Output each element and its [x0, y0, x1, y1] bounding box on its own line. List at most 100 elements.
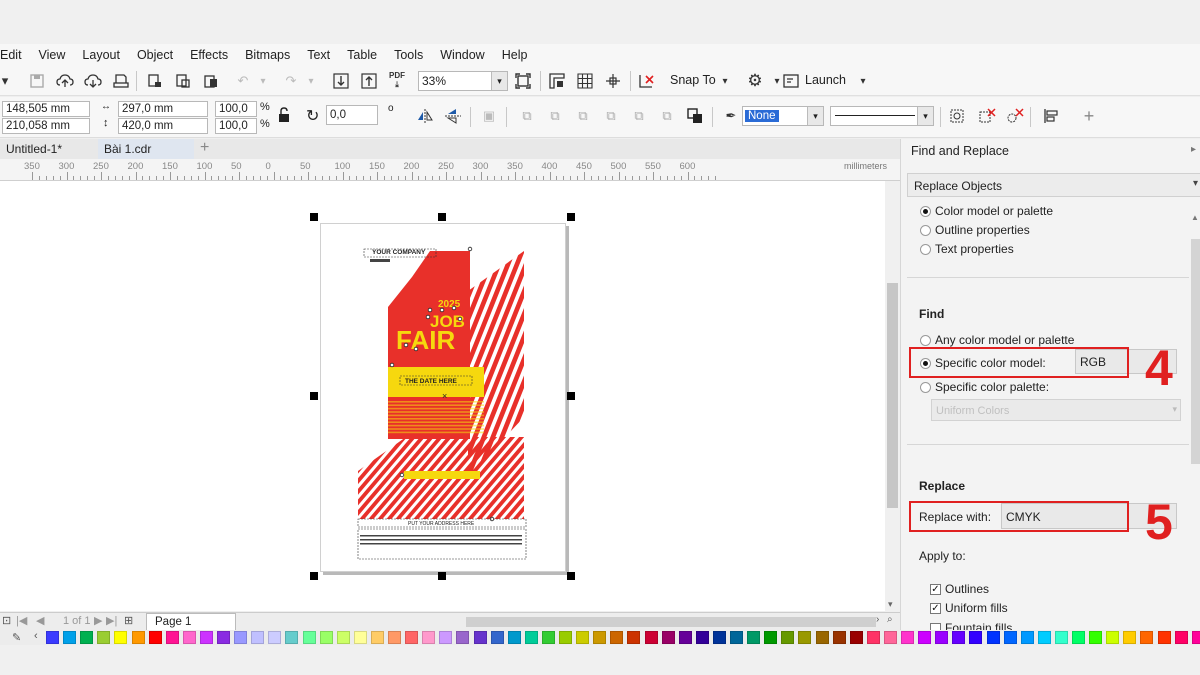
color-swatch[interactable]: [182, 631, 196, 644]
color-swatch[interactable]: [661, 631, 675, 644]
zoom-navigator-icon[interactable]: ⌕: [887, 614, 893, 625]
mirror-horizontal-icon[interactable]: [414, 105, 436, 127]
color-swatch[interactable]: [251, 631, 265, 644]
menu-table[interactable]: Table: [347, 48, 377, 62]
color-swatch[interactable]: [918, 631, 932, 644]
show-rulers-icon[interactable]: [546, 70, 568, 92]
prev-page-icon[interactable]: ◀: [36, 614, 44, 627]
y-position-field[interactable]: 210,058 mm: [2, 118, 90, 134]
trim-icon[interactable]: ⧉: [544, 105, 566, 127]
color-swatch[interactable]: [866, 631, 880, 644]
color-swatch[interactable]: [353, 631, 367, 644]
job-fair-poster[interactable]: YOUR COMPANY 2025 JOB FAIR THE DATE HERE…: [320, 223, 566, 572]
color-swatch[interactable]: [986, 631, 1000, 644]
color-swatch[interactable]: [319, 631, 333, 644]
color-swatch[interactable]: [336, 631, 350, 644]
color-swatch[interactable]: [1123, 631, 1137, 644]
cloud-download-icon[interactable]: [82, 70, 104, 92]
color-swatch[interactable]: [439, 631, 453, 644]
color-swatch[interactable]: [712, 631, 726, 644]
color-swatch[interactable]: [1089, 631, 1103, 644]
color-swatch[interactable]: [114, 631, 128, 644]
color-swatch[interactable]: [815, 631, 829, 644]
color-swatch[interactable]: [490, 631, 504, 644]
color-swatch[interactable]: [832, 631, 846, 644]
poster-company[interactable]: YOUR COMPANY: [372, 249, 426, 256]
color-swatch[interactable]: [524, 631, 538, 644]
line-style-combo[interactable]: ▾: [830, 106, 934, 126]
color-swatch[interactable]: [678, 631, 692, 644]
color-swatch[interactable]: [217, 631, 230, 644]
pen-outline-icon[interactable]: ✒: [720, 105, 742, 127]
redo-icon[interactable]: ↷: [280, 70, 302, 92]
poster-date[interactable]: THE DATE HERE: [405, 378, 458, 385]
tab-bai-1[interactable]: Bài 1.cdr: [98, 139, 194, 159]
color-swatch[interactable]: [576, 631, 590, 644]
gear-icon[interactable]: ⚙: [744, 70, 766, 92]
width-field[interactable]: 297,0 mm: [118, 101, 208, 117]
last-page-icon[interactable]: ▶|: [106, 614, 117, 627]
radio-text-properties[interactable]: [920, 244, 931, 255]
menu-help[interactable]: Help: [502, 48, 528, 62]
menu-tools[interactable]: Tools: [394, 48, 423, 62]
color-swatch[interactable]: [1140, 631, 1154, 644]
horizontal-scrollbar-thumb[interactable]: [466, 617, 876, 627]
zoom-level-combo[interactable]: 33% ▾: [418, 71, 508, 91]
zoom-dropdown-icon[interactable]: ▾: [491, 72, 507, 90]
poster-address[interactable]: PUT YOUR ADDRESS HERE: [408, 521, 475, 527]
menu-view[interactable]: View: [39, 48, 66, 62]
color-swatch[interactable]: [1072, 631, 1085, 644]
eyedropper-icon[interactable]: ✎: [12, 631, 21, 644]
color-swatch[interactable]: [730, 631, 743, 644]
color-swatch[interactable]: [1020, 631, 1034, 644]
color-swatch[interactable]: [935, 631, 949, 644]
selection-handle-right[interactable]: [567, 392, 575, 400]
color-swatch[interactable]: [422, 631, 436, 644]
tab-untitled[interactable]: Untitled-1*: [0, 139, 96, 159]
group-icon[interactable]: ▣: [478, 105, 500, 127]
export-icon[interactable]: [172, 70, 194, 92]
export-arrow-icon[interactable]: [358, 70, 380, 92]
checkbox-uniform-fills[interactable]: ✓: [930, 603, 941, 614]
save-icon[interactable]: [26, 70, 48, 92]
snap-to-dropdown-icon[interactable]: ▾: [714, 70, 736, 92]
show-guidelines-icon[interactable]: [602, 70, 624, 92]
scale-width-field[interactable]: 100,0: [215, 101, 257, 117]
radio-outline-properties[interactable]: [920, 225, 931, 236]
color-swatch[interactable]: [1037, 631, 1051, 644]
selection-handle-top-left[interactable]: [310, 213, 318, 221]
palette-dropdown[interactable]: Uniform Colors ▾: [931, 399, 1181, 421]
color-swatch[interactable]: [1003, 631, 1017, 644]
color-swatch[interactable]: [849, 631, 863, 644]
color-swatch[interactable]: [97, 631, 111, 644]
color-swatch[interactable]: [1106, 631, 1120, 644]
redo-dropdown-icon[interactable]: ▾: [300, 70, 322, 92]
import-arrow-icon[interactable]: [330, 70, 352, 92]
selection-handle-top[interactable]: [438, 213, 446, 221]
lock-ratio-icon[interactable]: [278, 107, 290, 126]
checkbox-outlines[interactable]: ✓: [930, 584, 941, 595]
weld-icon[interactable]: ⧉: [516, 105, 538, 127]
color-swatch[interactable]: [610, 631, 624, 644]
menu-bitmaps[interactable]: Bitmaps: [245, 48, 290, 62]
menu-edit[interactable]: Edit: [0, 48, 22, 62]
add-icon[interactable]: +: [1078, 105, 1100, 127]
color-swatch[interactable]: [199, 631, 213, 644]
color-swatch[interactable]: [593, 631, 607, 644]
color-swatch[interactable]: [285, 631, 299, 644]
color-swatch[interactable]: [234, 631, 248, 644]
color-swatch[interactable]: [627, 631, 641, 644]
snap-to-label[interactable]: Snap To: [670, 73, 716, 87]
add-page-icon[interactable]: ⊞: [124, 614, 133, 627]
menu-window[interactable]: Window: [440, 48, 484, 62]
mode-dropdown-icon[interactable]: ▾: [1193, 178, 1198, 189]
radio-specific-palette[interactable]: [920, 382, 931, 393]
selection-handle-bottom-right[interactable]: [567, 572, 575, 580]
selection-handle-top-right[interactable]: [567, 213, 575, 221]
clipboard-icon[interactable]: [200, 70, 222, 92]
menu-layout[interactable]: Layout: [82, 48, 120, 62]
scale-height-field[interactable]: 100,0: [215, 118, 257, 134]
color-swatch[interactable]: [131, 631, 145, 644]
menu-object[interactable]: Object: [137, 48, 173, 62]
radio-any-color-model[interactable]: [920, 335, 931, 346]
